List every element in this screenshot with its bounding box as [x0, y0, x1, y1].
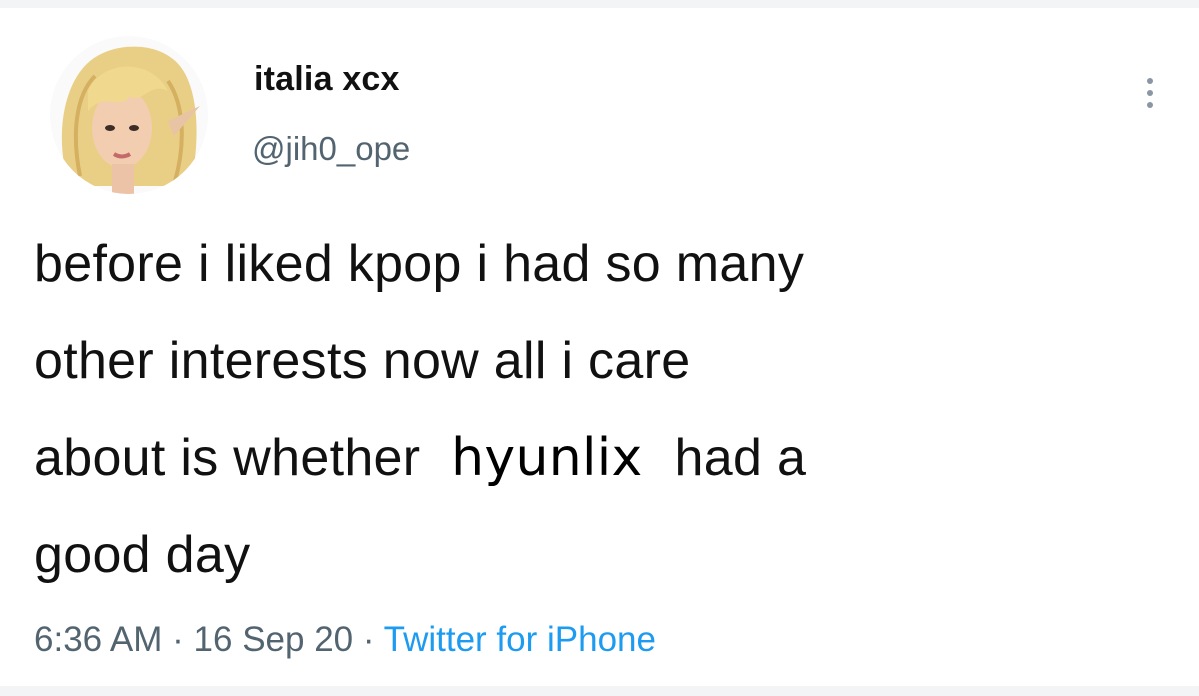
- tweet-text-fragment: about is whether: [34, 429, 436, 487]
- tweet-card: italia xcx @jih0_ope before i liked kpop…: [0, 8, 1199, 686]
- author-display-name[interactable]: italia xcx: [254, 60, 400, 99]
- more-vertical-icon[interactable]: [1135, 72, 1165, 114]
- tweet-time[interactable]: 6:36 AM: [34, 620, 162, 659]
- avatar-image: [50, 36, 208, 194]
- tweet-text-line: about is whether hyunlix had a: [34, 410, 1164, 507]
- meta-separator: ·: [172, 620, 184, 659]
- tweet-date[interactable]: 16 Sep 20: [194, 620, 354, 659]
- avatar[interactable]: [50, 36, 208, 194]
- meta-separator: ·: [362, 620, 375, 659]
- tweet-text: before i liked kpop i had so many other …: [34, 216, 1164, 604]
- tweet-text-line: before i liked kpop i had so many: [34, 235, 805, 293]
- tweet-text-line: other interests now all i care: [34, 332, 691, 390]
- tweet-text-line: good day: [34, 526, 251, 584]
- tweet-meta: 6:36 AM · 16 Sep 20 · Twitter for iPhone: [34, 620, 656, 660]
- pasted-word: hyunlix: [435, 410, 667, 507]
- tweet-text-fragment: had a: [674, 429, 807, 487]
- tweet-source-link[interactable]: Twitter for iPhone: [384, 620, 656, 659]
- author-handle[interactable]: @jih0_ope: [252, 130, 410, 168]
